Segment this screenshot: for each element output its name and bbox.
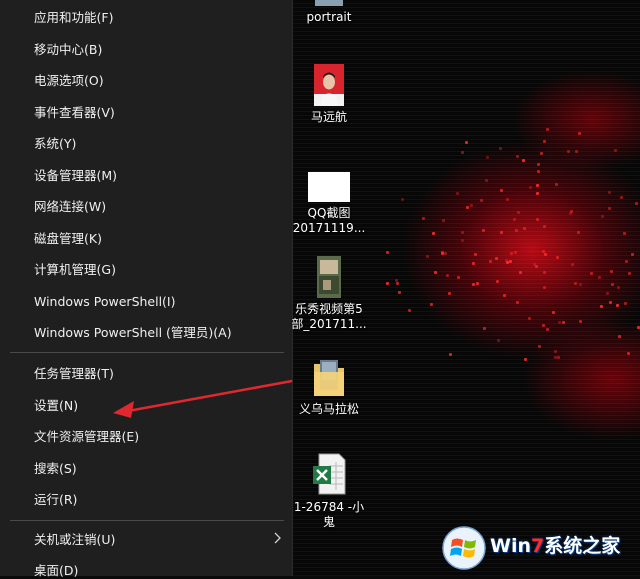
watermark-rest: 系统之家 (544, 535, 621, 557)
annotation-arrow (113, 379, 293, 418)
windows-logo-icon (442, 526, 486, 570)
watermark-win: Win (490, 535, 531, 557)
watermark: Win7系统之家 (440, 522, 640, 576)
watermark-seven: 7 (531, 535, 545, 557)
watermark-text: Win7系统之家 (490, 531, 620, 558)
